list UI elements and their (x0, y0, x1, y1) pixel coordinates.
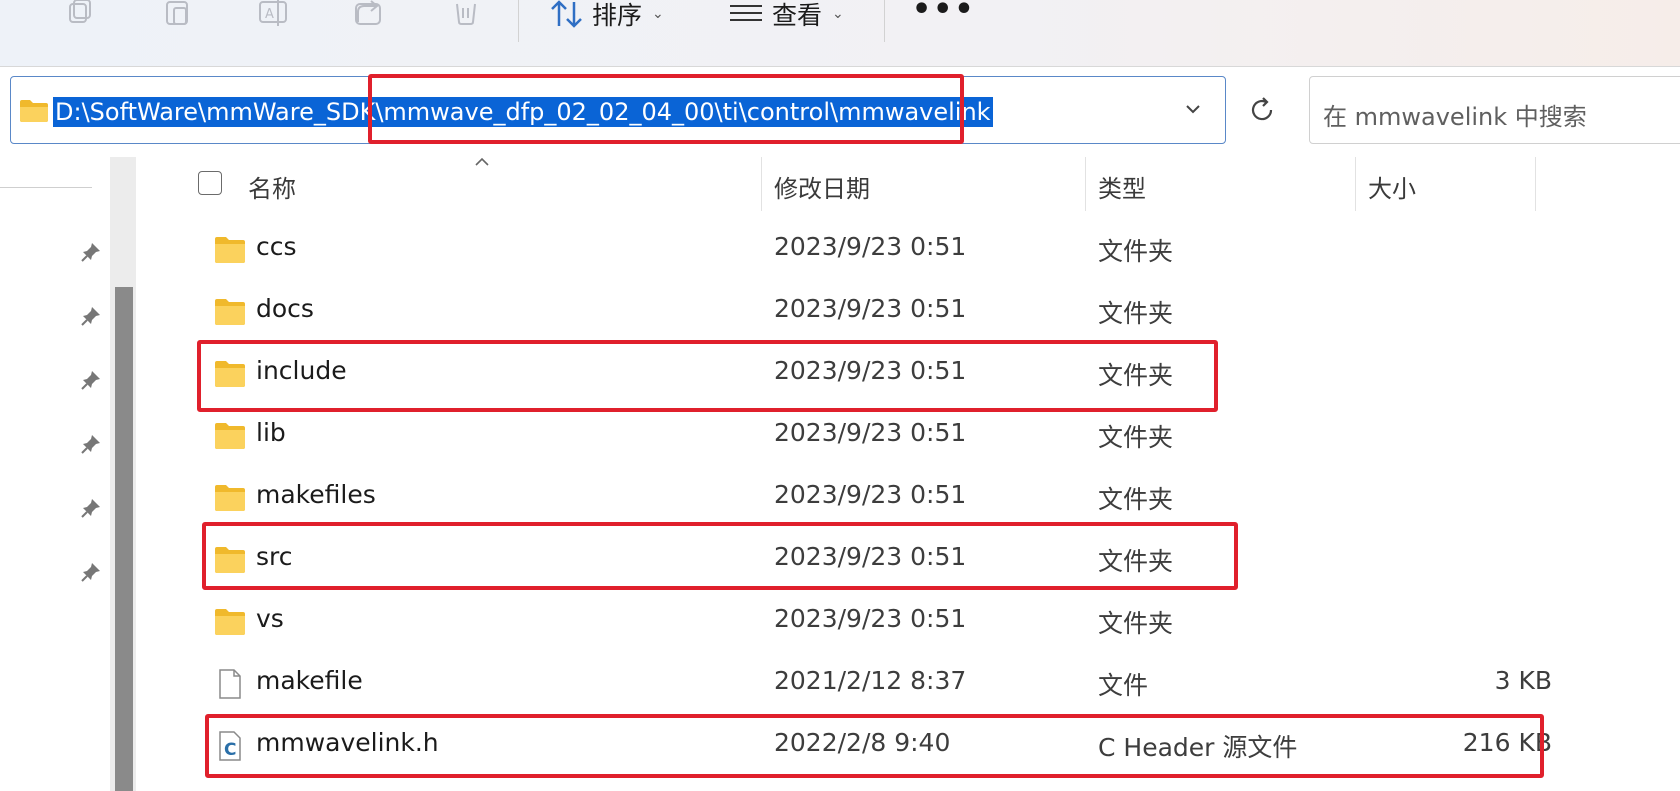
c-header-icon: C (219, 731, 241, 761)
view-button[interactable]: 查看 ⌄ (728, 0, 844, 30)
pin-icon[interactable] (80, 433, 102, 455)
view-list-icon (730, 5, 762, 21)
file-date: 2023/9/23 0:51 (774, 418, 967, 447)
pin-icon[interactable] (80, 305, 102, 327)
file-row-vs[interactable]: vs 2023/9/23 0:51 文件夹 (144, 594, 1544, 652)
file-row-lib[interactable]: lib 2023/9/23 0:51 文件夹 (144, 408, 1544, 466)
file-date: 2023/9/23 0:51 (774, 542, 967, 571)
file-name: ccs (256, 232, 297, 261)
file-date: 2023/9/23 0:51 (774, 232, 967, 261)
toolbar-separator (518, 0, 519, 42)
file-name: vs (256, 604, 284, 633)
nav-scrollbar-thumb[interactable] (115, 287, 133, 791)
navigation-pane (0, 157, 144, 791)
file-name: makefiles (256, 480, 376, 509)
column-divider[interactable] (1355, 157, 1356, 211)
chevron-down-icon: ⌄ (832, 6, 844, 22)
file-type: 文件夹 (1098, 547, 1174, 576)
svg-text:C: C (224, 740, 236, 760)
file-row-ccs[interactable]: ccs 2023/9/23 0:51 文件夹 (144, 222, 1544, 280)
folder-icon (215, 361, 245, 387)
column-header-type[interactable]: 类型 (1098, 169, 1146, 204)
file-date: 2023/9/23 0:51 (774, 480, 967, 509)
search-input[interactable]: 在 mmwavelink 中搜索 (1309, 76, 1680, 144)
file-type: 文件夹 (1098, 299, 1174, 328)
file-type: C Header 源文件 (1098, 733, 1298, 762)
pin-icon[interactable] (80, 561, 102, 583)
file-type: 文件夹 (1098, 485, 1174, 514)
file-type: 文件 (1098, 671, 1149, 700)
file-date: 2021/2/12 8:37 (774, 666, 967, 695)
file-row-makefiles[interactable]: makefiles 2023/9/23 0:51 文件夹 (144, 470, 1544, 528)
file-size: 3 KB (1494, 666, 1552, 695)
column-divider[interactable] (1085, 157, 1086, 211)
svg-text:A: A (265, 7, 274, 22)
copy-icon[interactable] (66, 0, 98, 30)
file-type: 文件夹 (1098, 609, 1174, 638)
pin-icon[interactable] (80, 241, 102, 263)
view-label: 查看 (772, 1, 823, 30)
file-date: 2022/2/8 9:40 (774, 728, 951, 757)
rename-icon[interactable]: A (258, 0, 290, 30)
paste-icon[interactable] (163, 0, 195, 30)
chevron-down-icon[interactable] (1183, 99, 1203, 119)
more-options-button[interactable]: ••• (912, 0, 976, 25)
chevron-down-icon: ⌄ (652, 6, 664, 22)
file-size: 216 KB (1462, 728, 1552, 757)
folder-icon (20, 100, 48, 122)
folder-icon (215, 423, 245, 449)
folder-icon (215, 609, 245, 635)
file-row-include[interactable]: include 2023/9/23 0:51 文件夹 (144, 346, 1544, 404)
folder-icon (215, 299, 245, 325)
file-name: src (256, 542, 293, 571)
column-header-size[interactable]: 大小 (1368, 169, 1416, 204)
sort-label: 排序 (592, 1, 643, 30)
refresh-icon (1251, 97, 1273, 121)
column-divider[interactable] (1535, 157, 1536, 211)
file-row-mmwavelink-h[interactable]: C mmwavelink.h 2022/2/8 9:40 C Header 源文… (144, 718, 1552, 776)
sort-button[interactable]: 排序 ⌄ (550, 0, 664, 30)
select-all-checkbox[interactable] (198, 171, 222, 195)
file-type: 文件夹 (1098, 237, 1174, 266)
file-date: 2023/9/23 0:51 (774, 604, 967, 633)
column-divider[interactable] (761, 157, 762, 211)
address-path-input[interactable]: D:\SoftWare\mmWare_SDK\mmwave_dfp_02_02_… (53, 97, 993, 127)
file-name: lib (256, 418, 286, 447)
file-name: docs (256, 294, 314, 323)
file-name: makefile (256, 666, 363, 695)
file-type: 文件夹 (1098, 361, 1174, 390)
pin-icon[interactable] (80, 497, 102, 519)
column-header-name[interactable]: 名称 (248, 169, 296, 204)
file-date: 2023/9/23 0:51 (774, 294, 967, 323)
file-row-src[interactable]: src 2023/9/23 0:51 文件夹 (144, 532, 1544, 590)
folder-icon (215, 547, 245, 573)
share-icon[interactable] (354, 0, 386, 30)
address-bar[interactable]: D:\SoftWare\mmWare_SDK\mmwave_dfp_02_02_… (10, 76, 1226, 144)
folder-icon (215, 485, 245, 511)
toolbar-separator (884, 0, 885, 42)
file-name: mmwavelink.h (256, 728, 439, 757)
search-placeholder: 在 mmwavelink 中搜索 (1323, 103, 1587, 131)
file-icon (219, 669, 241, 699)
delete-icon[interactable] (451, 0, 483, 30)
file-date: 2023/9/23 0:51 (774, 356, 967, 385)
nav-divider (0, 187, 92, 188)
refresh-button[interactable] (1228, 76, 1296, 144)
command-bar: A 排序 ⌄ 查看 ⌄ ••• (0, 0, 1680, 67)
file-row-makefile[interactable]: makefile 2021/2/12 8:37 文件 3 KB (144, 656, 1552, 714)
file-row-docs[interactable]: docs 2023/9/23 0:51 文件夹 (144, 284, 1544, 342)
sort-icon (551, 0, 582, 28)
column-header-date[interactable]: 修改日期 (774, 169, 870, 204)
file-name: include (256, 356, 347, 385)
folder-icon (215, 237, 245, 263)
file-type: 文件夹 (1098, 423, 1174, 452)
pin-icon[interactable] (80, 369, 102, 391)
column-header-row: 名称 修改日期 类型 大小 (144, 157, 1680, 217)
sort-ascending-icon (475, 157, 489, 166)
